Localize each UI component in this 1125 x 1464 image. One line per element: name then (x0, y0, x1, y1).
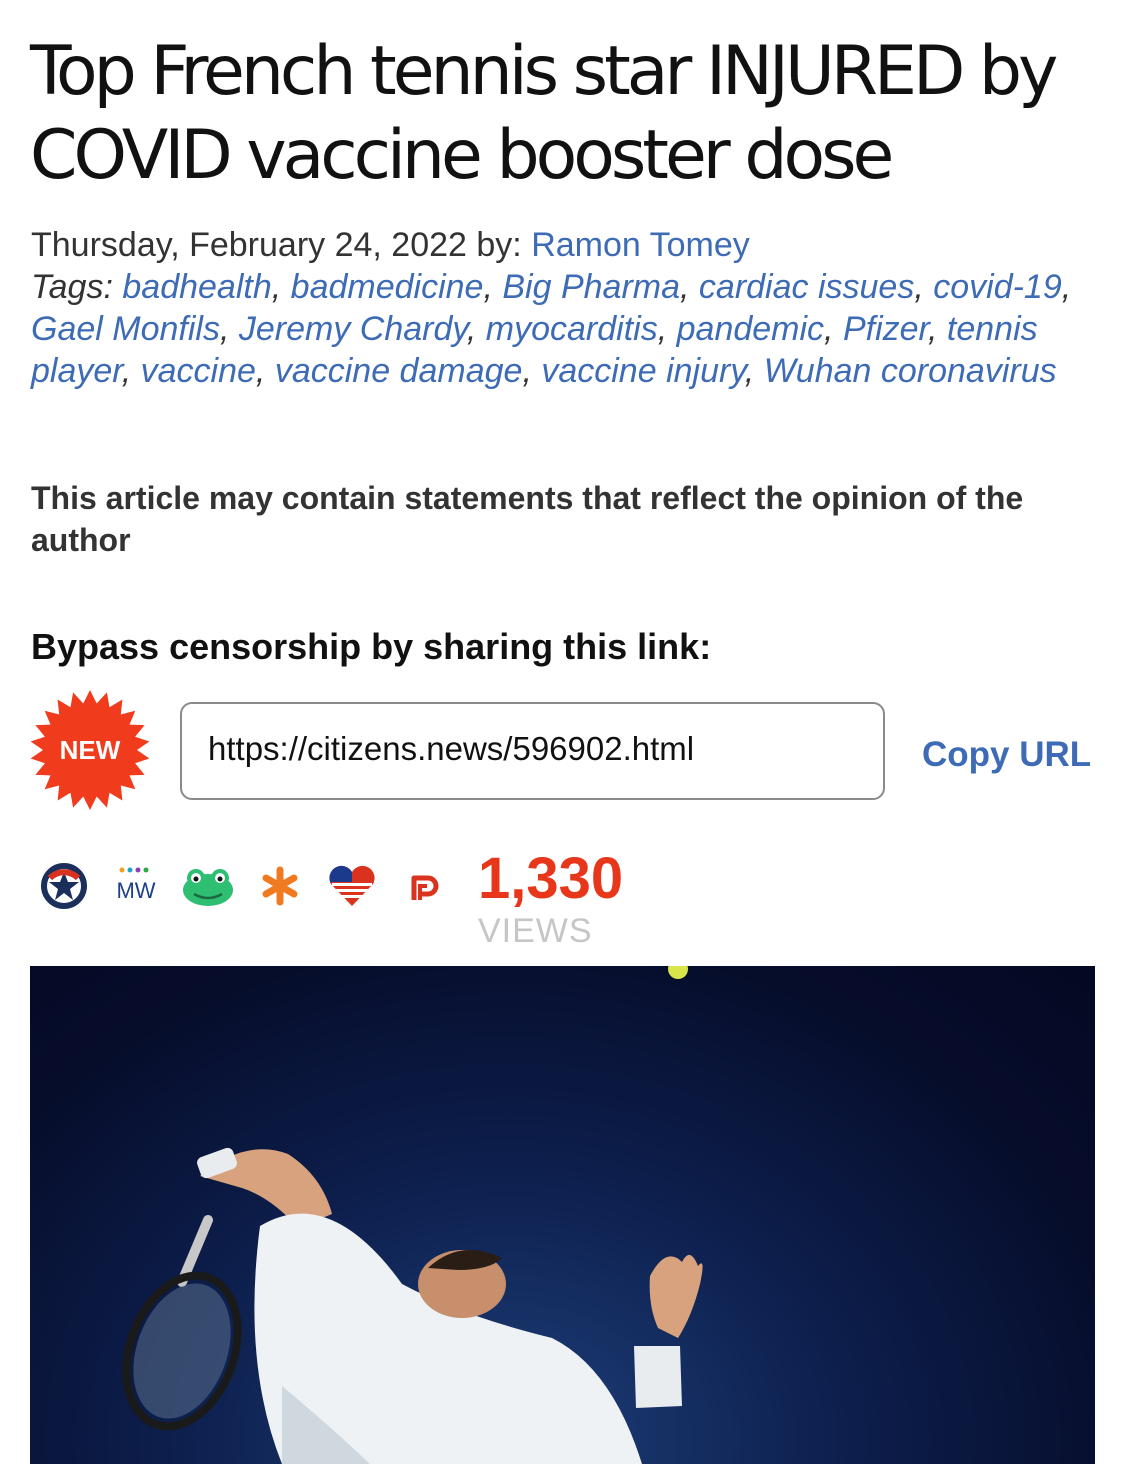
mewe-icon[interactable]: MW (108, 858, 164, 914)
article-title: Top French tennis star INJURED by COVID … (30, 32, 1058, 195)
new-badge-label: NEW (60, 735, 121, 765)
tag-link[interactable]: pandemic (677, 310, 824, 348)
share-url-field[interactable]: https://citizens.news/596902.html (180, 702, 885, 800)
usa-heart-icon[interactable] (324, 858, 380, 914)
copy-url-button[interactable]: Copy URL (922, 735, 1091, 775)
tag-separator: , (824, 310, 843, 348)
tag-separator: , (657, 310, 677, 348)
author-link[interactable]: Ramon Tomey (531, 226, 750, 264)
tag-separator: , (121, 352, 141, 390)
tags-label: Tags: (31, 268, 113, 306)
share-heading: Bypass censorship by sharing this link: (31, 626, 712, 667)
article-meta: Thursday, February 24, 2022 by: Ramon To… (31, 224, 1101, 266)
tag-link[interactable]: Big Pharma (502, 268, 680, 306)
tag-link[interactable]: myocarditis (486, 310, 658, 348)
tag-separator: , (219, 310, 239, 348)
tennis-player-photo (122, 966, 703, 1464)
circle-star-icon[interactable] (36, 858, 92, 914)
tag-link[interactable]: Pfizer (843, 310, 928, 348)
tag-list: badhealth, badmedicine, Big Pharma, card… (31, 268, 1071, 390)
svg-text:MW: MW (116, 878, 155, 903)
tags-line: Tags: badhealth, badmedicine, Big Pharma… (31, 266, 1101, 392)
views-count: 1,330 (478, 846, 624, 911)
parler-icon[interactable] (396, 858, 452, 914)
tag-separator: , (522, 352, 542, 390)
hero-image (30, 966, 1095, 1464)
tag-separator: , (466, 310, 486, 348)
tag-link[interactable]: Jeremy Chardy (239, 310, 467, 348)
tag-link[interactable]: vaccine damage (275, 352, 523, 390)
tennis-ball-icon (668, 966, 688, 979)
tag-link[interactable]: cardiac issues (699, 268, 914, 306)
tag-link[interactable]: badhealth (122, 268, 271, 306)
tag-separator: , (744, 352, 764, 390)
tag-link[interactable]: Wuhan coronavirus (764, 352, 1057, 390)
tag-link[interactable]: Gael Monfils (31, 310, 220, 348)
tag-separator: , (255, 352, 275, 390)
tag-separator: , (680, 268, 699, 306)
gab-frog-icon[interactable] (180, 858, 236, 914)
tag-separator: , (271, 268, 291, 306)
views-label: VIEWS (478, 912, 593, 950)
tag-separator: , (483, 268, 503, 306)
tag-link[interactable]: badmedicine (291, 268, 484, 306)
tag-separator: , (1061, 268, 1072, 306)
article-date: Thursday, February 24, 2022 by: (31, 226, 532, 264)
opinion-disclaimer: This article may contain statements that… (31, 480, 1024, 558)
tag-separator: , (928, 310, 947, 348)
tennis-racket-icon (122, 1215, 242, 1431)
tag-link[interactable]: vaccine injury (541, 352, 744, 390)
tag-separator: , (914, 268, 934, 306)
new-badge-icon: NEW (30, 690, 150, 810)
asterisk-icon[interactable] (252, 858, 308, 914)
tag-link[interactable]: vaccine (141, 352, 256, 390)
tag-link[interactable]: covid-19 (933, 268, 1062, 306)
